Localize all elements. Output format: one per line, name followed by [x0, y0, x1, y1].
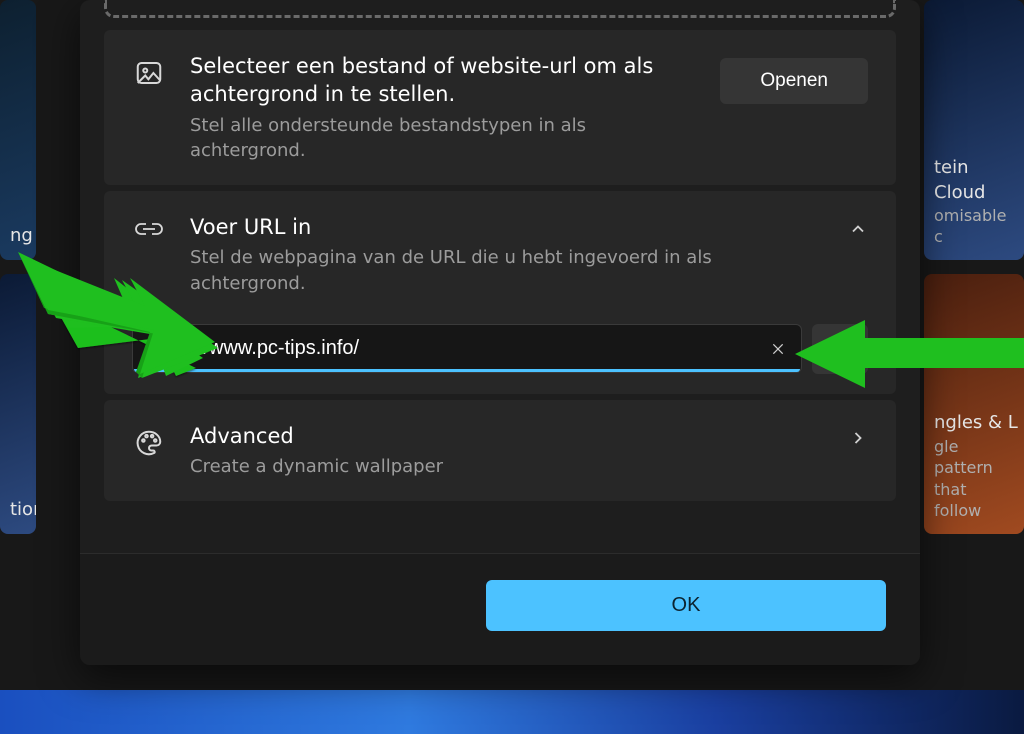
advanced-description: Create a dynamic wallpaper — [190, 454, 824, 479]
annotation-arrow-left — [20, 256, 225, 376]
annotation-arrow-right — [795, 320, 1024, 390]
tile-label: ng — [10, 225, 33, 246]
palette-icon — [134, 428, 164, 458]
input-focus-underline — [134, 369, 800, 372]
advanced-section[interactable]: Advanced Create a dynamic wallpaper — [104, 400, 896, 502]
tile-sublabel: gle pattern — [934, 436, 1018, 479]
enter-url-description: Stel de webpagina van de URL die u hebt … — [190, 245, 824, 295]
url-field-wrapper — [132, 324, 802, 373]
close-icon — [770, 341, 786, 357]
wallpaper-tile: ng• — [0, 0, 36, 260]
ok-button[interactable]: OK — [486, 580, 886, 631]
chevron-up-icon — [848, 219, 868, 239]
clear-input-button[interactable] — [762, 333, 794, 365]
dialog-footer: OK — [80, 553, 920, 665]
wallpaper-tile: ngles & L gle pattern that follow — [924, 274, 1024, 534]
advanced-heading: Advanced — [190, 422, 824, 450]
url-input[interactable] — [132, 324, 802, 373]
select-file-heading: Selecteer een bestand of website-url om … — [190, 52, 696, 109]
windows-taskbar[interactable] — [0, 690, 1024, 734]
link-icon — [133, 219, 165, 239]
dropzone-area[interactable] — [104, 0, 896, 18]
tile-sublabel: omisable c — [934, 205, 1018, 248]
open-button[interactable]: Openen — [720, 58, 868, 104]
chevron-right-icon — [848, 428, 868, 448]
tile-sublabel: that follow — [934, 479, 1018, 522]
select-file-section: Selecteer een bestand of website-url om … — [104, 30, 896, 185]
tile-label: tion — [10, 499, 36, 520]
wallpaper-tile: tein Cloud omisable c — [924, 0, 1024, 260]
select-file-description: Stel alle ondersteunde bestandstypen in … — [190, 113, 696, 163]
enter-url-heading: Voer URL in — [190, 213, 824, 241]
tile-label: ngles & L — [934, 412, 1018, 433]
tile-label: tein Cloud — [934, 157, 985, 202]
image-icon — [134, 58, 164, 88]
